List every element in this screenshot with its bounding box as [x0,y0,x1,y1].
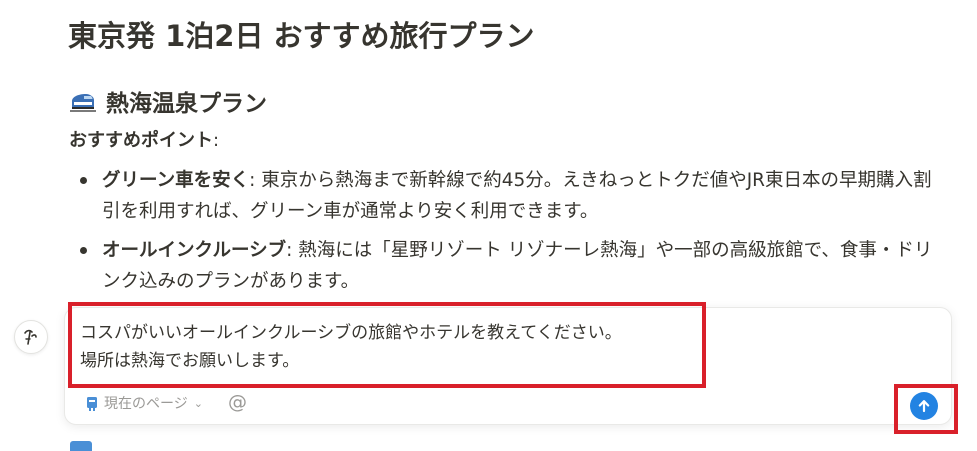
prompt-line: コスパがいいオールインクルーシブの旅館やホテルを教えてください。 [80,323,622,343]
list-item: グリーン車を安く: 東京から熱海まで新幹線で約45分。えきねっとトクだ値やJR東… [76,165,946,227]
notion-page: 東京発 1泊2日 おすすめ旅行プラン 熱海温泉プラン おすすめポイント: グリー… [0,0,977,451]
notion-ai-face-icon[interactable] [14,320,48,354]
page-icon [87,397,97,411]
arrow-up-icon [918,400,930,413]
page-title: 東京発 1泊2日 おすすめ旅行プラン [68,19,535,53]
mention-button[interactable]: @ [228,391,247,413]
section-heading-text: 熱海温泉プラン [106,91,267,117]
bullet-train-icon [70,94,96,112]
chevron-down-icon: ⌄ [193,396,203,410]
context-label: 現在のページ [104,396,188,412]
ai-face-glyph [24,329,37,345]
bullet-list: グリーン車を安く: 東京から熱海まで新幹線で約45分。えきねっとトクだ値やJR東… [76,165,946,305]
next-section-heading [70,441,92,451]
send-button[interactable] [910,392,938,420]
next-section-icon [70,441,92,451]
list-item: オールインクルーシブ: 熱海には「星野リゾート リゾナーレ熱海」や一部の高級旅館… [76,235,946,297]
bullet-dot [80,247,87,254]
bullet-title: オールインクルーシブ [102,240,287,261]
bullet-title: グリーン車を安く [102,170,250,191]
section-heading: 熱海温泉プラン [70,82,267,120]
ai-prompt-textarea[interactable]: コスパがいいオールインクルーシブの旅館やホテルを教えてください。 場所は熱海でお… [80,319,622,375]
prompt-line: 場所は熱海でお願いします。 [80,351,300,371]
bullet-dot [80,177,87,184]
points-label: おすすめポイント: [69,130,220,151]
context-selector[interactable]: 現在のページ ⌄ [86,393,203,413]
